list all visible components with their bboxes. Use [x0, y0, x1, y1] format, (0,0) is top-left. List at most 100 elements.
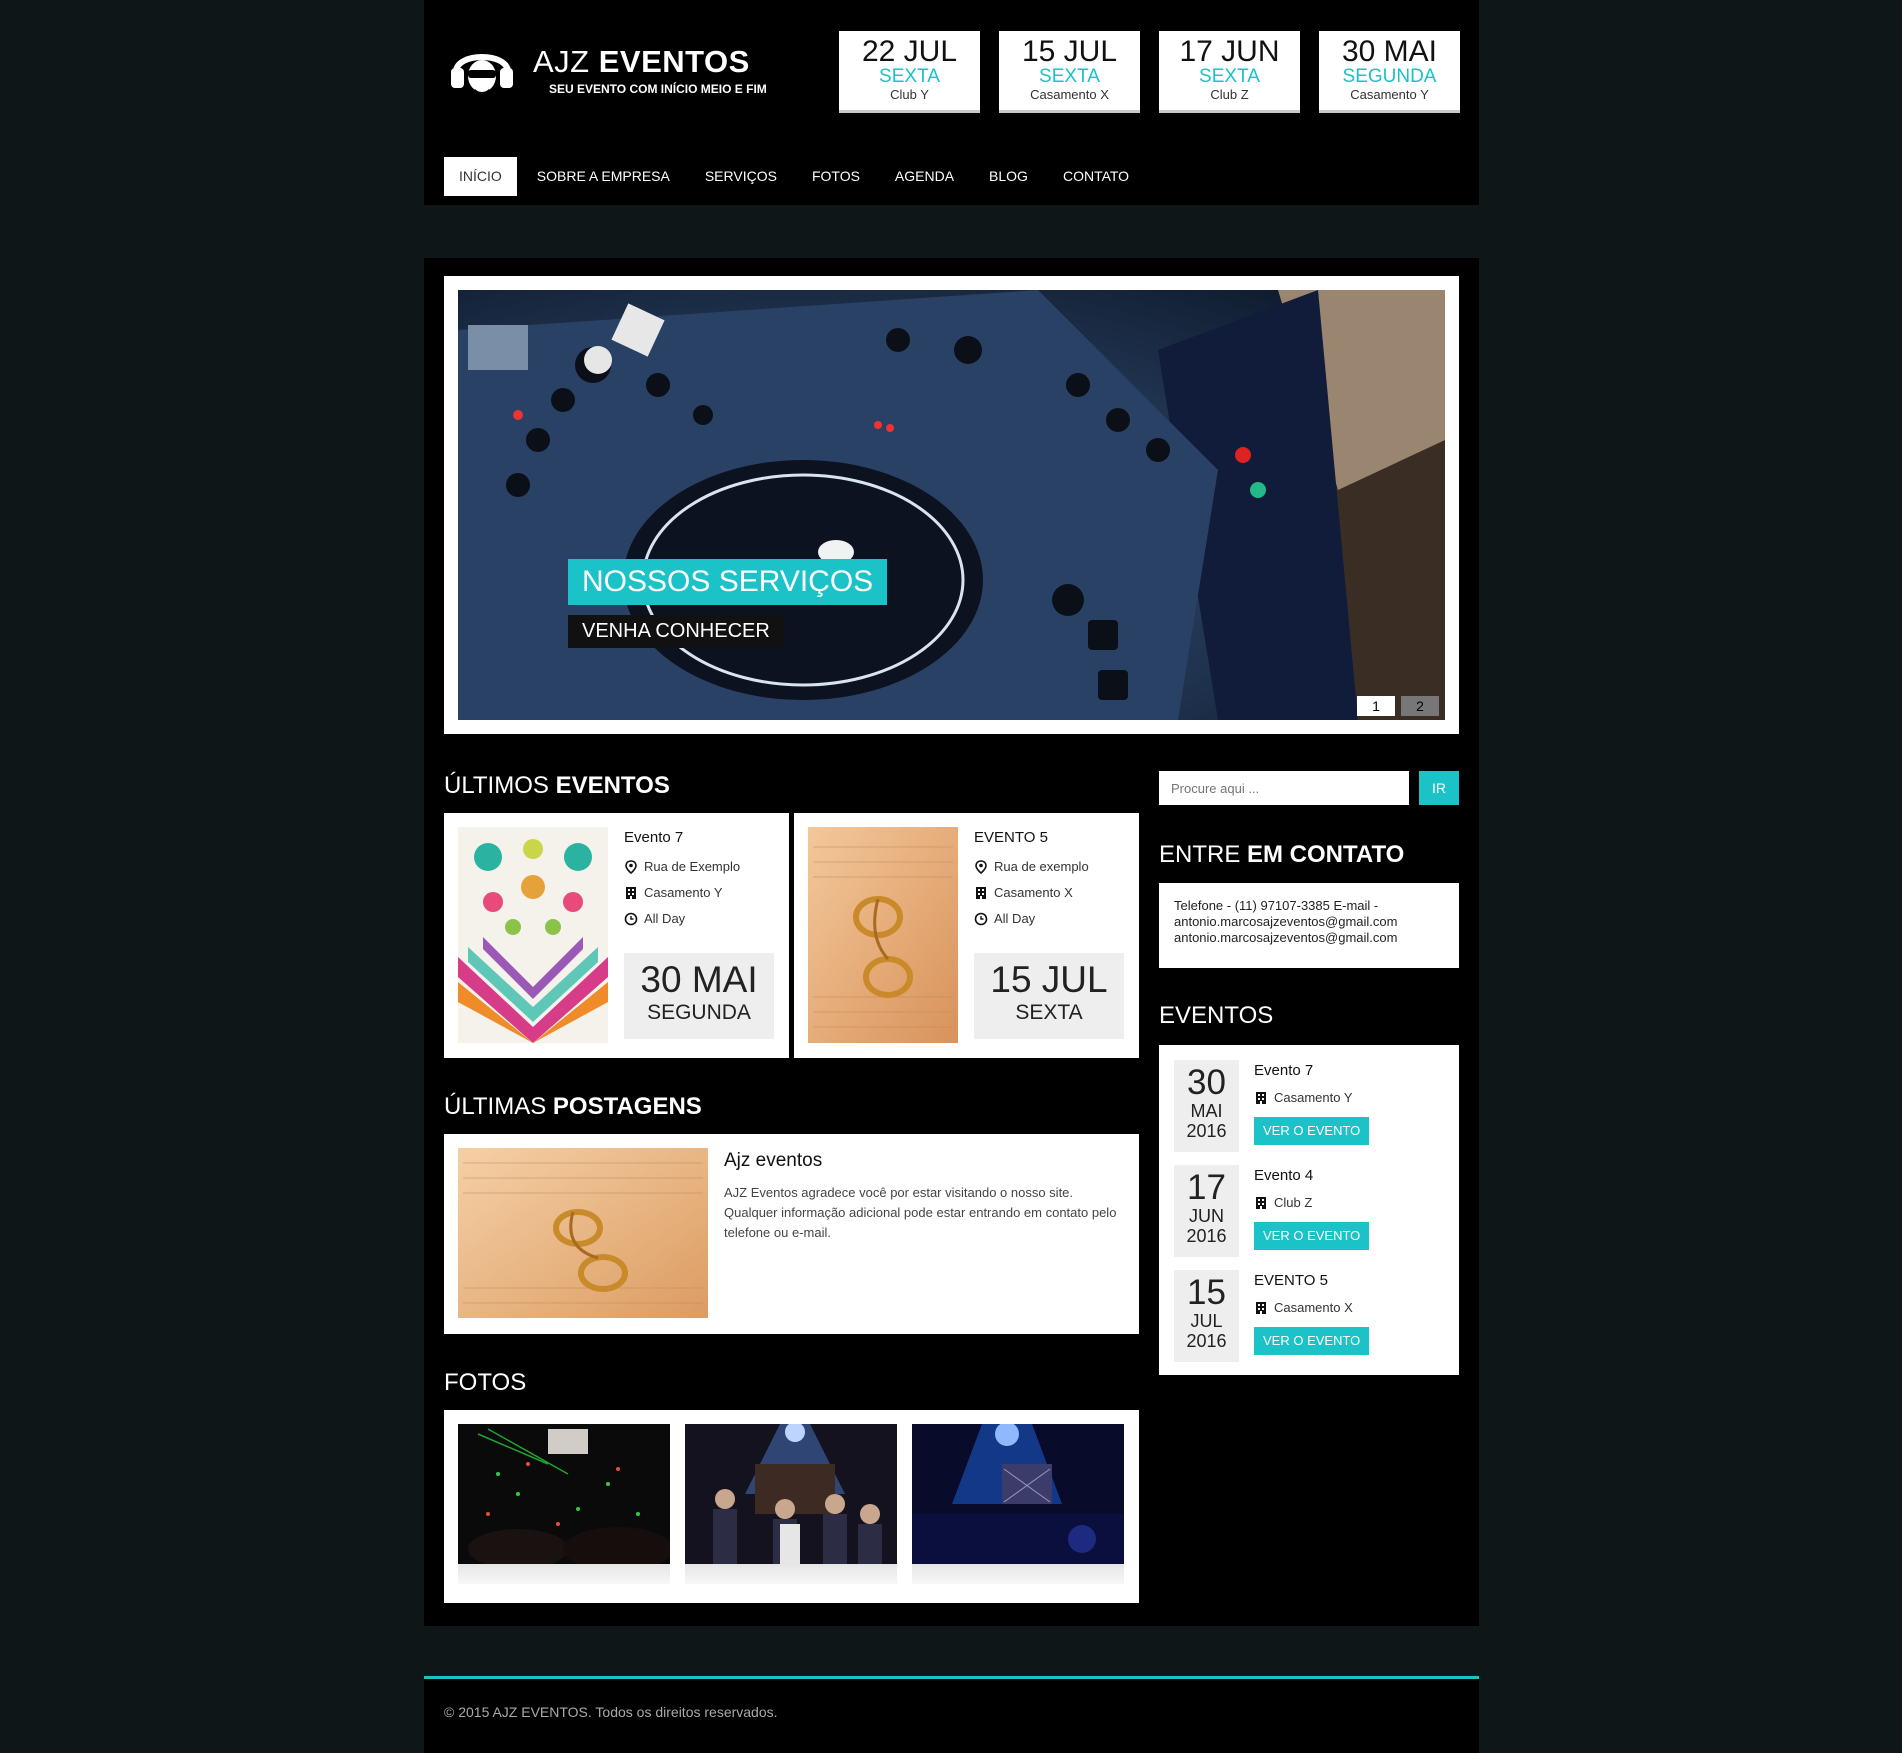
slide-cta[interactable]: VENHA CONHECER — [568, 615, 784, 648]
event-date-block: 15 JUL 2016 — [1174, 1270, 1239, 1362]
latest-events-title-light: ÚLTIMOS — [444, 772, 549, 799]
building-icon — [1256, 1091, 1266, 1104]
event-venue: Casamento X — [1274, 1300, 1353, 1315]
view-event-button[interactable]: VER O EVENTO — [1254, 1327, 1370, 1355]
view-event-button[interactable]: VER O EVENTO — [1254, 1117, 1370, 1145]
logo-title-light: AJZ — [533, 44, 590, 79]
building-icon — [626, 886, 636, 899]
event-thumbnail[interactable] — [458, 827, 608, 1043]
header-place: Casamento X — [1030, 87, 1109, 102]
event-venue-row: Casamento X — [974, 885, 1073, 900]
event-time: All Day — [644, 911, 686, 926]
dj-mixer-illustration — [458, 290, 1445, 720]
slide-image[interactable]: NOSSOS SERVIÇOS VENHA CONHECER 1 2 — [458, 290, 1445, 720]
header-weekday: SEXTA — [879, 66, 940, 87]
event-date: 30 MAI — [640, 959, 758, 1000]
header-date-box[interactable]: 15 JUL SEXTA Casamento X — [999, 31, 1140, 113]
event-venue-row: Casamento Y — [624, 885, 723, 900]
slider-pager: 1 2 — [1357, 696, 1439, 716]
latest-posts-title-bold: POSTAGENS — [552, 1093, 702, 1120]
party-photo — [458, 1424, 670, 1564]
event-card[interactable]: EVENTO 5 Rua de exemplo Casamento X All … — [794, 813, 1139, 1058]
events-widget-item: 30 MAI 2016 Evento 7 Casamento Y VER O E… — [1174, 1060, 1454, 1152]
event-year: 2016 — [1186, 1121, 1227, 1141]
event-address-row: Rua de Exemplo — [624, 859, 740, 874]
photo-shadow — [458, 1564, 670, 1584]
header-date-box[interactable]: 17 JUN SEXTA Club Z — [1159, 31, 1300, 113]
gallery-photo[interactable] — [685, 1424, 897, 1564]
nav-item-contato[interactable]: CONTATO — [1048, 157, 1144, 196]
site-logo[interactable]: AJZ EVENTOS SEU EVENTO COM INÍCIO MEIO E… — [448, 38, 767, 108]
post-thumbnail[interactable] — [458, 1148, 708, 1318]
event-title[interactable]: EVENTO 5 — [974, 829, 1048, 846]
event-year: 2016 — [1186, 1226, 1227, 1246]
event-title[interactable]: Evento 7 — [624, 829, 683, 846]
gallery-photo[interactable] — [458, 1424, 670, 1564]
latest-events-title: ÚLTIMOS EVENTOS — [444, 772, 670, 800]
post-excerpt: AJZ Eventos agradece você por estar visi… — [724, 1185, 1117, 1240]
header-weekday: SEGUNDA — [1342, 66, 1437, 87]
party-photo — [912, 1424, 1124, 1564]
header-date: 30 MAI — [1341, 35, 1438, 68]
event-name[interactable]: EVENTO 5 — [1254, 1272, 1328, 1289]
slide-title[interactable]: NOSSOS SERVIÇOS — [568, 559, 888, 605]
header-date: 22 JUL — [861, 35, 958, 68]
contact-phone-line: Telefone - (11) 97107-3385 E-mail - — [1174, 898, 1379, 913]
view-event-button[interactable]: VER O EVENTO — [1254, 1222, 1370, 1250]
copyright-text: © 2015 AJZ EVENTOS. Todos os direitos re… — [444, 1704, 778, 1720]
rings-book-image — [808, 827, 958, 1043]
party-photo — [685, 1424, 897, 1564]
event-weekday: SEXTA — [1015, 1001, 1083, 1024]
nav-item-agenda[interactable]: AGENDA — [880, 157, 969, 196]
event-name[interactable]: Evento 7 — [1254, 1062, 1313, 1079]
latest-posts-title: ÚLTIMAS POSTAGENS — [444, 1093, 702, 1121]
post-title[interactable]: Ajz eventos — [724, 1150, 822, 1172]
header-date: 15 JUL — [1021, 35, 1118, 68]
photo-shadow — [685, 1564, 897, 1584]
event-address-row: Rua de exemplo — [974, 859, 1089, 874]
nav-item-blog[interactable]: BLOG — [974, 157, 1043, 196]
event-name[interactable]: Evento 4 — [1254, 1167, 1313, 1184]
event-venue: Club Z — [1274, 1195, 1313, 1210]
building-icon — [976, 886, 986, 899]
event-thumbnail[interactable] — [808, 827, 958, 1043]
map-pin-icon — [975, 859, 987, 874]
dj-headphones-icon — [451, 54, 513, 96]
header-date-box[interactable]: 22 JUL SEXTA Club Y — [839, 31, 980, 113]
event-day: 15 — [1187, 1273, 1226, 1312]
event-pattern-image — [458, 827, 608, 1043]
event-date: 15 JUL — [990, 959, 1108, 1000]
logo-title-bold: EVENTOS — [598, 44, 750, 79]
hero-slider: NOSSOS SERVIÇOS VENHA CONHECER 1 2 — [444, 276, 1459, 734]
clock-icon — [624, 912, 638, 925]
contact-email-link[interactable]: antonio.marcosajzeventos@gmail.com — [1174, 914, 1444, 930]
event-year: 2016 — [1186, 1331, 1227, 1351]
header-date-box[interactable]: 30 MAI SEGUNDA Casamento Y — [1319, 31, 1460, 113]
event-time-row: All Day — [624, 911, 685, 926]
contact-title: ENTRE EM CONTATO — [1159, 841, 1404, 869]
event-day: 17 — [1187, 1168, 1226, 1207]
header-date: 17 JUN — [1179, 35, 1280, 68]
latest-events-title-bold: EVENTOS — [555, 772, 670, 799]
event-venue: Casamento Y — [1274, 1090, 1353, 1105]
nav-item-fotos[interactable]: FOTOS — [797, 157, 875, 196]
main-nav: INÍCIO SOBRE A EMPRESA SERVIÇOS FOTOS AG… — [444, 157, 1149, 196]
event-weekday: SEGUNDA — [647, 1001, 751, 1024]
nav-item-sobre[interactable]: SOBRE A EMPRESA — [522, 157, 685, 196]
header-weekday: SEXTA — [1199, 66, 1260, 87]
contact-title-light: ENTRE — [1159, 841, 1241, 868]
events-widget-item: 15 JUL 2016 EVENTO 5 Casamento X VER O E… — [1174, 1270, 1454, 1362]
slider-page-2[interactable]: 2 — [1401, 696, 1439, 716]
event-month: JUN — [1189, 1206, 1224, 1226]
search-input[interactable] — [1159, 771, 1409, 805]
event-card[interactable]: Evento 7 Rua de Exemplo Casamento Y All … — [444, 813, 789, 1058]
photo-shadow — [912, 1564, 1124, 1584]
slider-page-1[interactable]: 1 — [1357, 696, 1395, 716]
nav-item-servicos[interactable]: SERVIÇOS — [690, 157, 792, 196]
building-icon — [1256, 1301, 1266, 1314]
header-place: Club Y — [890, 87, 929, 102]
gallery-photo[interactable] — [912, 1424, 1124, 1564]
photos-title: FOTOS — [444, 1369, 526, 1397]
search-button[interactable]: IR — [1419, 771, 1459, 805]
nav-item-inicio[interactable]: INÍCIO — [444, 157, 517, 196]
